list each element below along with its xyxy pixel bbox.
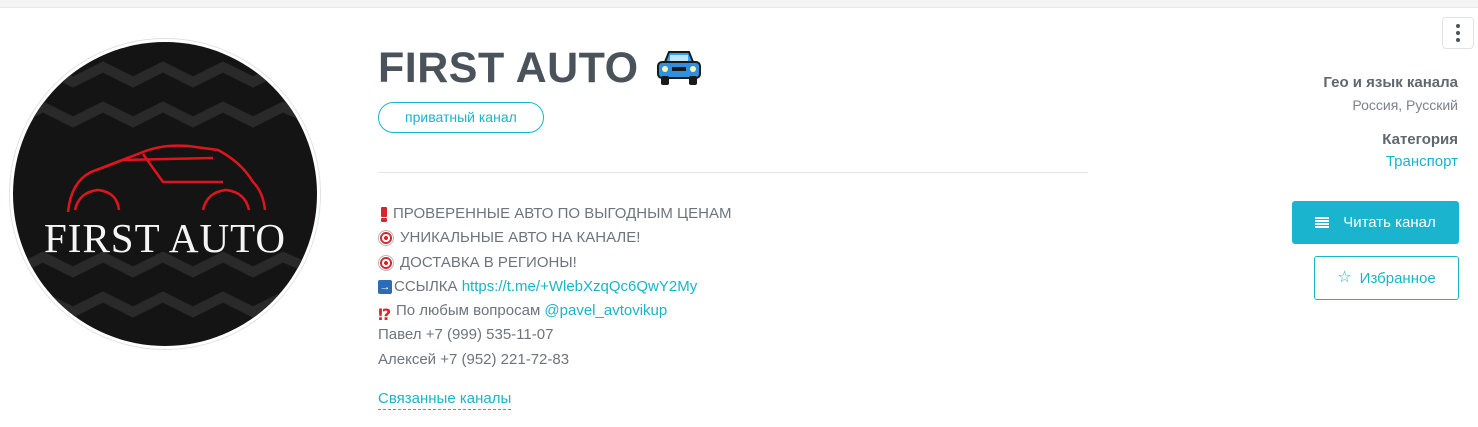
channel-description: ПРОВЕРЕННЫЕ АВТО ПО ВЫГОДНЫМ ЦЕНАМ УНИКА…	[378, 202, 731, 372]
top-border	[0, 0, 1478, 8]
dot-icon	[1456, 24, 1460, 28]
description-text: Алексей +7 (952) 221-72-83	[378, 350, 570, 368]
target-icon	[378, 230, 394, 247]
description-line: Павел +7 (999) 535-11-07	[378, 323, 731, 347]
avatar-logo-text: FIRST AUTO	[43, 215, 287, 261]
category-heading: Категория	[1382, 131, 1458, 148]
channel-invite-link[interactable]: https://t.me/+WlebXzqQc6QwY2My	[462, 275, 698, 299]
private-channel-badge: приватный канал	[378, 102, 544, 133]
avatar-graphic	[13, 61, 317, 318]
geo-heading: Гео и язык канала	[1323, 74, 1458, 91]
arrow-right-icon: →	[378, 280, 392, 295]
dot-icon	[1456, 31, 1460, 35]
description-text: ССЫЛКА	[394, 277, 462, 295]
favorite-label: Избранное	[1359, 269, 1436, 287]
description-line: ДОСТАВКА В РЕГИОНЫ!	[378, 251, 731, 275]
channel-title: FIRST AUTO	[378, 43, 639, 92]
list-icon	[1315, 216, 1330, 229]
divider	[378, 172, 1088, 173]
description-line: Алексей +7 (952) 221-72-83	[378, 348, 731, 372]
description-text: УНИКАЛЬНЫЕ АВТО НА КАНАЛЕ!	[400, 229, 641, 247]
description-text: Павел +7 (999) 535-11-07	[378, 326, 554, 344]
description-line: → ССЫЛКА https://t.me/+WlebXzqQc6QwY2My	[378, 275, 731, 299]
avatar-image: FIRST AUTO	[13, 42, 317, 346]
description-line: УНИКАЛЬНЫЕ АВТО НА КАНАЛЕ!	[378, 226, 731, 250]
car-icon	[656, 51, 701, 85]
favorite-button[interactable]: ☆ Избранное	[1314, 256, 1459, 300]
dot-icon	[1456, 38, 1460, 42]
geo-value: Россия, Русский	[1352, 97, 1458, 113]
read-channel-button[interactable]: Читать канал	[1292, 201, 1459, 244]
category-link[interactable]: Транспорт	[1386, 153, 1458, 170]
contact-username-link[interactable]: @pavel_avtovikup	[544, 299, 667, 323]
description-text: ДОСТАВКА В РЕГИОНЫ!	[400, 253, 577, 271]
related-channels-link[interactable]: Связанные каналы	[378, 389, 512, 410]
description-line: ПРОВЕРЕННЫЕ АВТО ПО ВЫГОДНЫМ ЦЕНАМ	[378, 202, 731, 226]
description-text: По любым вопросам	[396, 302, 545, 320]
exclamation-icon	[378, 206, 392, 222]
description-line: ⁉ По любым вопросам @pavel_avtovikup	[378, 299, 731, 324]
more-options-button[interactable]	[1442, 17, 1474, 49]
description-text: ПРОВЕРЕННЫЕ АВТО ПО ВЫГОДНЫМ ЦЕНАМ	[393, 205, 732, 222]
star-icon: ☆	[1337, 269, 1352, 286]
question-exclamation-icon: ⁉	[378, 306, 392, 324]
title-row: FIRST AUTO	[378, 40, 703, 96]
target-icon	[378, 254, 394, 271]
channel-avatar: FIRST AUTO	[9, 38, 321, 350]
read-channel-label: Читать канал	[1343, 214, 1436, 231]
